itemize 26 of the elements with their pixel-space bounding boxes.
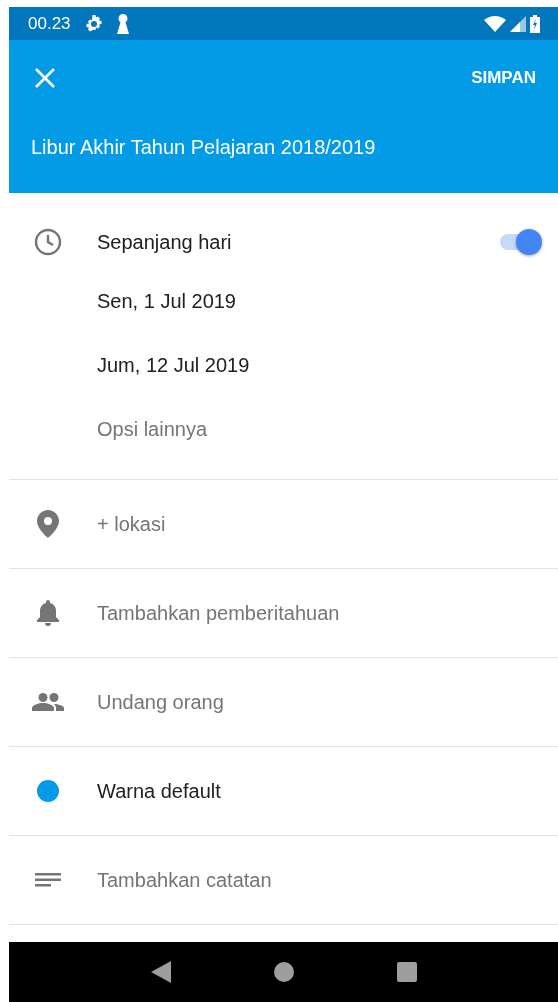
all-day-label: Sepanjang hari	[97, 230, 232, 254]
location-pin-icon	[37, 510, 59, 538]
home-icon[interactable]	[273, 962, 294, 982]
date-field[interactable]: Jum, 12 Jul 2019	[97, 353, 250, 377]
location-option[interactable]: + lokasi	[97, 512, 166, 536]
color-option[interactable]: Warna default	[97, 779, 221, 803]
keyhole-icon	[116, 13, 129, 34]
more-options-link[interactable]: Opsi lainnya	[97, 417, 208, 441]
date-field[interactable]: Sen, 1 Jul 2019	[97, 289, 236, 313]
notes-option[interactable]: Tambahkan catatan	[97, 868, 272, 892]
event-title: Libur Akhir Tahun Pelajaran 2018/2019	[31, 136, 377, 159]
people-icon	[32, 693, 64, 711]
wifi-icon	[484, 15, 506, 32]
save-button[interactable]: SIMPAN	[463, 64, 544, 92]
clock-icon	[34, 228, 62, 256]
recents-icon[interactable]	[396, 962, 417, 982]
people-option[interactable]: Undang orang	[97, 690, 224, 714]
notes-lines-icon	[35, 873, 61, 887]
signal-icon	[510, 15, 526, 32]
status-time: 00.23	[28, 13, 71, 34]
battery-icon	[530, 14, 540, 33]
bell-icon	[36, 600, 60, 626]
notification-option[interactable]: Tambahkan pemberitahuan	[97, 601, 340, 625]
close-button[interactable]	[35, 68, 55, 88]
back-icon[interactable]	[150, 961, 171, 983]
gear-icon	[84, 14, 103, 33]
